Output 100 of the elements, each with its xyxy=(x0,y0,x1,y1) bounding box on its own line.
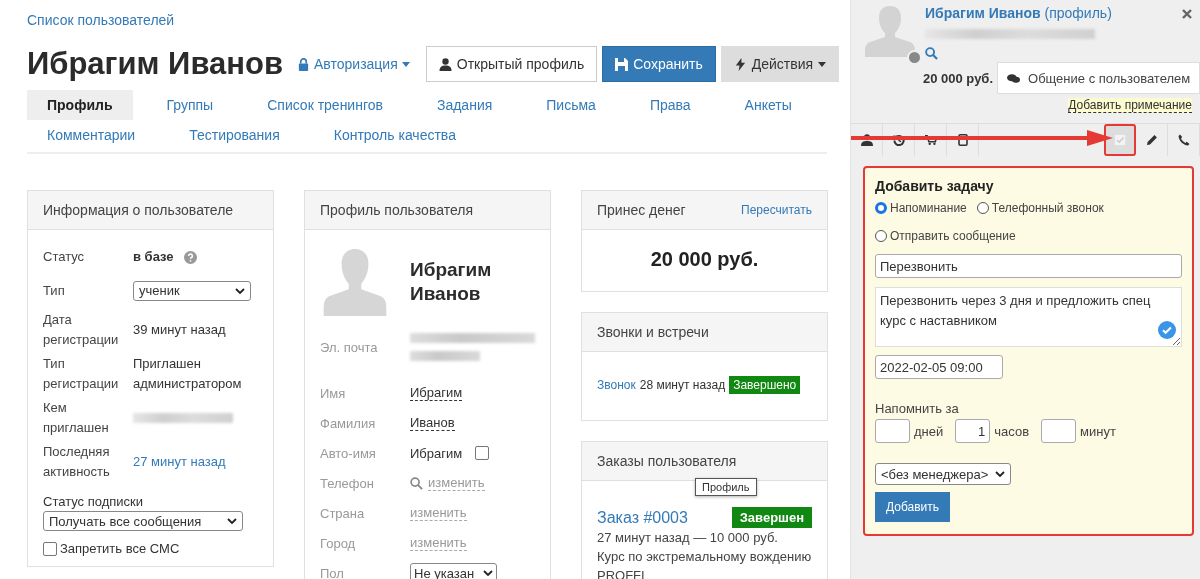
page-title: Ибрагим Иванов xyxy=(27,46,283,82)
field-value: 39 минут назад xyxy=(133,321,226,339)
tooltip: Профиль xyxy=(695,478,757,496)
check-badge-icon xyxy=(1158,321,1176,339)
radio-button[interactable] xyxy=(976,202,989,214)
number-input[interactable] xyxy=(875,419,910,443)
field-label: Телефон xyxy=(320,475,375,491)
unit-label: часов xyxy=(994,423,1030,439)
card-title: Принес денег xyxy=(597,202,686,218)
actions-button[interactable]: Действия xyxy=(720,46,840,82)
radio-label: Отправить сообщение xyxy=(890,229,1016,243)
field-label: Тип регистрации xyxy=(43,355,120,393)
add-note-link[interactable]: Добавить примечание xyxy=(1068,98,1192,113)
editable-value[interactable]: Ибрагим xyxy=(410,385,463,401)
open-profile-button[interactable]: Открытый профиль xyxy=(425,46,598,82)
field-label: Тип xyxy=(43,282,66,300)
field-label: Статус подписки xyxy=(43,494,145,509)
authorization-link[interactable]: Авторизация xyxy=(297,56,410,72)
tab[interactable]: Анкеты xyxy=(724,90,812,120)
description-textarea[interactable]: Перезвонить через 3 дня и предложить спец курс с наставником xyxy=(875,287,1182,347)
radio-button[interactable] xyxy=(875,230,887,242)
chevron-down-icon xyxy=(227,518,237,524)
tab[interactable]: Права xyxy=(629,90,711,120)
number-input[interactable]: 1 xyxy=(955,419,991,443)
chat-bubbles-icon xyxy=(1007,71,1020,85)
recalculate-link[interactable]: Пересчитать xyxy=(741,203,812,217)
status-dot xyxy=(907,50,922,65)
tab[interactable]: Список тренингов xyxy=(247,90,403,120)
person-icon xyxy=(860,134,873,146)
activity-link[interactable]: 27 минут назад xyxy=(133,452,226,472)
checkbox-icon xyxy=(1114,134,1126,146)
phone-icon xyxy=(1177,134,1190,146)
remind-label: Напомнить за xyxy=(875,401,960,416)
call-link[interactable]: Звонок xyxy=(597,378,636,392)
cart-icon xyxy=(924,134,937,146)
checkbox-label: Запретить все СМС xyxy=(60,541,180,556)
chevron-down-icon xyxy=(235,288,245,294)
tab[interactable]: Задания xyxy=(416,90,513,120)
close-icon[interactable] xyxy=(1182,9,1192,19)
datetime-input[interactable]: 2022-02-05 09:00 xyxy=(875,355,1003,379)
card-title: Информация о пользователе xyxy=(43,202,234,218)
tab[interactable]: Контроль качества xyxy=(313,120,476,150)
unit-label: минут xyxy=(1080,423,1116,439)
add-button[interactable]: Добавить xyxy=(875,492,951,522)
change-link[interactable]: изменить xyxy=(428,475,485,491)
tab[interactable]: Комментарии xyxy=(27,120,156,150)
tablet-icon xyxy=(956,134,969,146)
money-amount: 20 000 руб. xyxy=(923,70,993,86)
subscription-select[interactable]: Получать все сообщения xyxy=(43,511,243,531)
subject-input[interactable]: Перезвонить xyxy=(875,254,1182,278)
caret-icon xyxy=(818,61,827,67)
tab[interactable]: Тестирования xyxy=(169,120,300,150)
change-link[interactable]: изменить xyxy=(410,535,467,551)
caret-icon xyxy=(401,61,410,67)
tab[interactable]: Группы xyxy=(146,90,234,120)
field-label: Кем приглашен xyxy=(43,399,110,437)
status-label: Завершен xyxy=(731,507,812,528)
radio-label: Телефонный звонок xyxy=(991,201,1104,215)
avatar-silhouette xyxy=(865,5,915,57)
radio-button[interactable] xyxy=(875,202,887,214)
field-label: Последняя активность xyxy=(43,443,111,481)
search-icon[interactable] xyxy=(925,47,938,60)
field-value: Ибрагим xyxy=(410,445,463,461)
checkbox[interactable] xyxy=(475,446,490,460)
radio-label: Напоминание xyxy=(890,201,967,215)
card-title: Заказы пользователя xyxy=(597,453,737,469)
editable-value[interactable]: Иванов xyxy=(410,415,455,431)
task-tool-button[interactable] xyxy=(1104,124,1136,156)
tab[interactable]: Письма xyxy=(526,90,616,120)
search-icon[interactable] xyxy=(410,476,423,490)
save-button[interactable]: Сохранить xyxy=(602,46,716,82)
order-link[interactable]: Заказ #0003 xyxy=(597,508,688,527)
number-input[interactable] xyxy=(1041,419,1077,443)
chat-button[interactable]: Общение с пользователем xyxy=(997,62,1200,94)
profile-link[interactable]: (профиль) xyxy=(1044,5,1112,21)
money-amount: 20 000 руб. xyxy=(649,247,760,272)
profile-name: Ибрагим Иванов xyxy=(410,258,493,306)
field-label: Эл. почта xyxy=(320,339,379,355)
checkbox[interactable] xyxy=(43,541,57,556)
breadcrumb-link[interactable]: Список пользователей xyxy=(27,12,175,28)
order-meta: 27 минут назад — 10 000 руб. xyxy=(597,529,779,547)
call-time: 28 минут назад xyxy=(639,378,726,392)
help-icon[interactable] xyxy=(183,250,197,264)
field-label: Город xyxy=(320,535,357,551)
field-label: Дата регистрации xyxy=(43,311,120,349)
lock-icon xyxy=(297,57,310,71)
change-link[interactable]: изменить xyxy=(410,505,467,521)
chevron-down-icon xyxy=(995,471,1005,477)
user-name-link[interactable]: Ибрагим Иванов xyxy=(925,5,1041,21)
chevron-down-icon xyxy=(483,570,493,576)
card-title: Звонки и встречи xyxy=(597,324,709,340)
pencil-icon xyxy=(1145,134,1158,146)
type-select[interactable]: ученик xyxy=(133,281,251,301)
field-label: Статус xyxy=(43,248,86,266)
status-value: в базе xyxy=(133,248,174,266)
form-title: Добавить задачу xyxy=(875,178,995,194)
manager-select[interactable]: <без менеджера> xyxy=(875,463,1011,485)
tab[interactable]: Профиль xyxy=(27,90,133,120)
field-label: Авто-имя xyxy=(320,445,377,461)
field-label: Фамилия xyxy=(320,415,377,431)
